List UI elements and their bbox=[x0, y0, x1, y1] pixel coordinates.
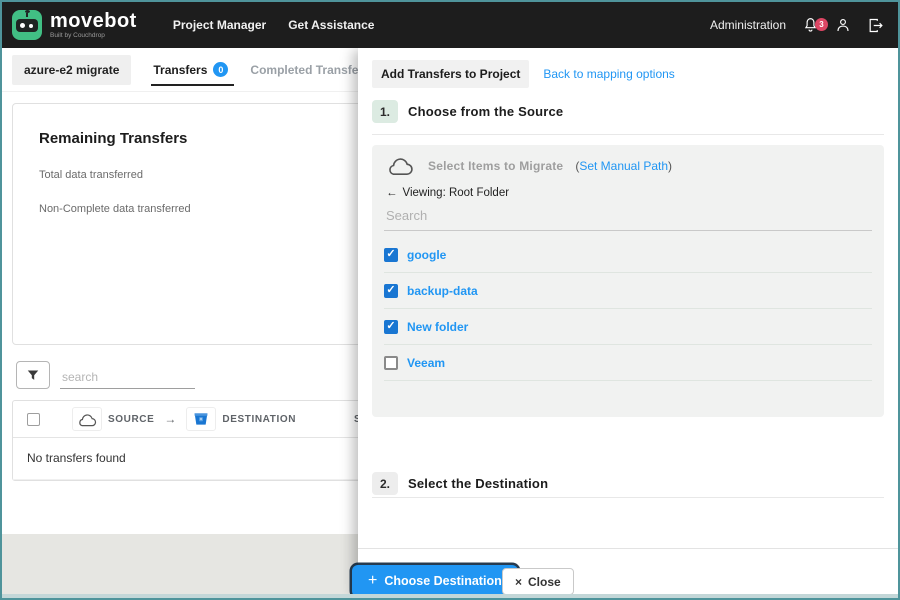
brand-subtitle: Built by Couchdrop bbox=[50, 31, 105, 39]
nav-project-manager[interactable]: Project Manager bbox=[173, 18, 266, 32]
select-all-checkbox[interactable] bbox=[27, 412, 40, 426]
panel-title: Add Transfers to Project bbox=[372, 60, 530, 88]
step-1-header: 1. Choose from the Source bbox=[358, 100, 577, 123]
list-item[interactable]: ✓ backup-data bbox=[384, 273, 872, 309]
app-window: movebot Built by Couchdrop Project Manag… bbox=[0, 0, 900, 600]
step-2-header: 2. Select the Destination bbox=[358, 472, 562, 495]
logout-icon[interactable] bbox=[867, 17, 884, 34]
step-1-number: 1. bbox=[372, 100, 398, 123]
notifications-bell-icon[interactable]: 3 bbox=[802, 16, 828, 34]
transfers-filter-row bbox=[16, 361, 195, 389]
choose-destination-button[interactable]: + Choose Destination bbox=[352, 565, 518, 597]
source-column-header: SOURCE bbox=[108, 413, 155, 425]
viewing-root-folder[interactable]: ← Viewing: Root Folder bbox=[386, 187, 872, 199]
destination-bucket-icon bbox=[186, 407, 217, 431]
top-navbar: movebot Built by Couchdrop Project Manag… bbox=[2, 2, 898, 48]
back-arrow-icon: ← bbox=[386, 187, 398, 199]
nav-get-assistance[interactable]: Get Assistance bbox=[288, 18, 374, 32]
project-tab-bar: azure-e2 migrate Transfers 0 Completed T… bbox=[2, 48, 470, 92]
list-item[interactable]: ✓ New folder bbox=[384, 309, 872, 345]
item-checkbox[interactable]: ✓ bbox=[384, 283, 398, 298]
back-to-mapping-link[interactable]: Back to mapping options bbox=[543, 67, 674, 81]
filter-button[interactable] bbox=[16, 361, 50, 389]
arrow-right-icon: → bbox=[164, 412, 177, 426]
funnel-icon bbox=[27, 370, 39, 380]
set-manual-path-link[interactable]: Set Manual Path bbox=[579, 159, 668, 173]
transfers-search-input[interactable] bbox=[60, 366, 195, 389]
tab-transfers[interactable]: Transfers 0 bbox=[151, 48, 235, 91]
brand[interactable]: movebot Built by Couchdrop bbox=[2, 10, 151, 40]
item-checkbox[interactable]: ✓ bbox=[384, 319, 398, 334]
notification-badge: 3 bbox=[815, 18, 828, 31]
destination-column-header: DESTINATION bbox=[222, 413, 297, 425]
transfers-count-badge: 0 bbox=[213, 62, 229, 77]
source-items-list: ✓ google ✓ backup-data ✓ New folder ✓ Ve… bbox=[384, 237, 872, 381]
user-icon[interactable] bbox=[835, 16, 851, 34]
brand-name: movebot bbox=[50, 9, 137, 32]
step-2-title: Select the Destination bbox=[408, 476, 549, 491]
item-checkbox[interactable]: ✓ bbox=[384, 247, 398, 262]
tab-project-name[interactable]: azure-e2 migrate bbox=[12, 54, 132, 85]
movebot-logo-icon bbox=[12, 10, 42, 40]
close-x-icon: × bbox=[515, 574, 523, 589]
item-checkbox[interactable]: ✓ bbox=[384, 355, 398, 370]
select-items-title: Select Items to Migrate bbox=[428, 158, 564, 173]
source-cloud-icon bbox=[72, 407, 102, 431]
step-2-number: 2. bbox=[372, 472, 398, 495]
list-item[interactable]: ✓ Veeam bbox=[384, 345, 872, 381]
step-1-title: Choose from the Source bbox=[408, 104, 564, 119]
add-transfers-panel: Add Transfers to Project Back to mapping… bbox=[358, 48, 898, 594]
list-item[interactable]: ✓ google bbox=[384, 237, 872, 273]
source-selection-card: Select Items to Migrate (Set Manual Path… bbox=[372, 145, 884, 417]
source-items-search-input[interactable] bbox=[384, 199, 872, 231]
close-button[interactable]: × Close bbox=[502, 568, 574, 595]
source-cloud-icon bbox=[389, 158, 413, 175]
bottom-edge-strip bbox=[2, 594, 898, 598]
nav-administration[interactable]: Administration bbox=[710, 18, 786, 32]
plus-icon: + bbox=[368, 572, 378, 589]
